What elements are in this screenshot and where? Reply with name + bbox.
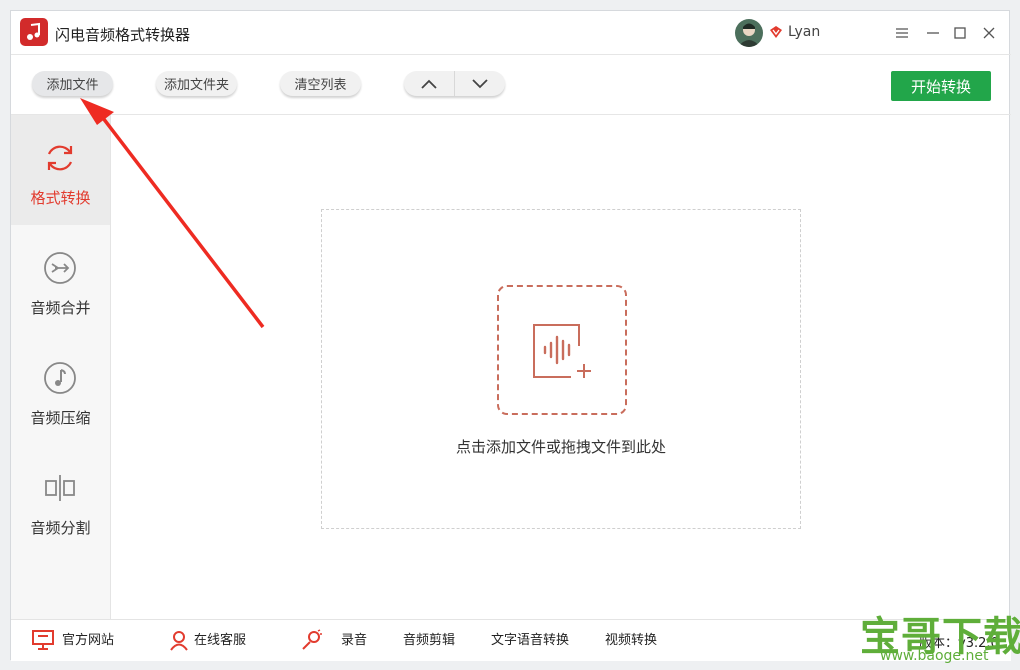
avatar[interactable] bbox=[735, 19, 763, 47]
official-website-link[interactable]: 官方网站 bbox=[62, 632, 114, 650]
sidebar-item-audio-compress[interactable]: 音频压缩 bbox=[11, 335, 110, 445]
sidebar-item-format-convert[interactable]: 格式转换 bbox=[11, 115, 110, 225]
text-to-speech-link[interactable]: 文字语音转换 bbox=[491, 632, 569, 650]
sidebar-item-label: 音频压缩 bbox=[30, 409, 91, 427]
username[interactable]: Lyan bbox=[788, 24, 820, 40]
microphone-icon bbox=[302, 629, 322, 650]
refresh-icon bbox=[47, 145, 73, 171]
clear-list-button[interactable]: 清空列表 bbox=[280, 71, 361, 96]
video-convert-link[interactable]: 视频转换 bbox=[605, 632, 657, 650]
sidebar-item-audio-split[interactable]: 音频分割 bbox=[11, 445, 110, 555]
minimize-icon[interactable] bbox=[923, 23, 943, 43]
sidebar-item-label: 音频合并 bbox=[30, 299, 91, 317]
menu-icon[interactable] bbox=[892, 23, 912, 43]
app-logo-icon bbox=[20, 18, 48, 46]
music-note-icon bbox=[44, 362, 76, 394]
online-support-link[interactable]: 在线客服 bbox=[194, 632, 246, 650]
audio-add-icon bbox=[533, 324, 591, 378]
add-folder-button[interactable]: 添加文件夹 bbox=[156, 71, 237, 96]
file-drop-zone[interactable]: 点击添加文件或拖拽文件到此处 bbox=[321, 209, 801, 529]
move-down-button[interactable] bbox=[455, 71, 505, 96]
watermark-url: www.baoge.net bbox=[880, 648, 989, 664]
merge-icon bbox=[44, 252, 76, 284]
toolbar: 添加文件 添加文件夹 清空列表 开始转换 bbox=[11, 55, 1011, 115]
vip-badge-icon bbox=[770, 26, 782, 38]
app-window: 闪电音频格式转换器 Lyan 添加文件 添加文件夹 清空列表 开始转换 格式转换… bbox=[10, 10, 1011, 661]
audio-edit-link[interactable]: 音频剪辑 bbox=[403, 632, 455, 650]
chevron-up-icon bbox=[421, 79, 437, 89]
chevron-down-icon bbox=[472, 78, 488, 88]
start-convert-button[interactable]: 开始转换 bbox=[891, 71, 991, 101]
move-up-button[interactable] bbox=[404, 71, 454, 96]
title-bar: 闪电音频格式转换器 Lyan bbox=[11, 11, 1011, 55]
record-link[interactable]: 录音 bbox=[341, 632, 367, 650]
split-icon bbox=[45, 475, 75, 501]
add-file-button[interactable]: 添加文件 bbox=[32, 71, 113, 96]
app-title: 闪电音频格式转换器 bbox=[55, 26, 191, 44]
add-audio-button[interactable] bbox=[497, 285, 627, 415]
close-icon[interactable] bbox=[979, 23, 999, 43]
sidebar-item-label: 格式转换 bbox=[30, 189, 91, 207]
sidebar-item-audio-merge[interactable]: 音频合并 bbox=[11, 225, 110, 335]
monitor-icon bbox=[32, 630, 54, 650]
sidebar-item-label: 音频分割 bbox=[30, 519, 91, 537]
customer-service-icon bbox=[170, 631, 188, 651]
maximize-icon[interactable] bbox=[950, 23, 970, 43]
watermark: 宝哥下载 www.baoge.net bbox=[858, 604, 1020, 666]
sidebar: 格式转换 音频合并 音频压缩 音频分割 bbox=[11, 115, 111, 619]
drop-hint-text: 点击添加文件或拖拽文件到此处 bbox=[455, 438, 666, 456]
move-buttons bbox=[404, 71, 505, 96]
